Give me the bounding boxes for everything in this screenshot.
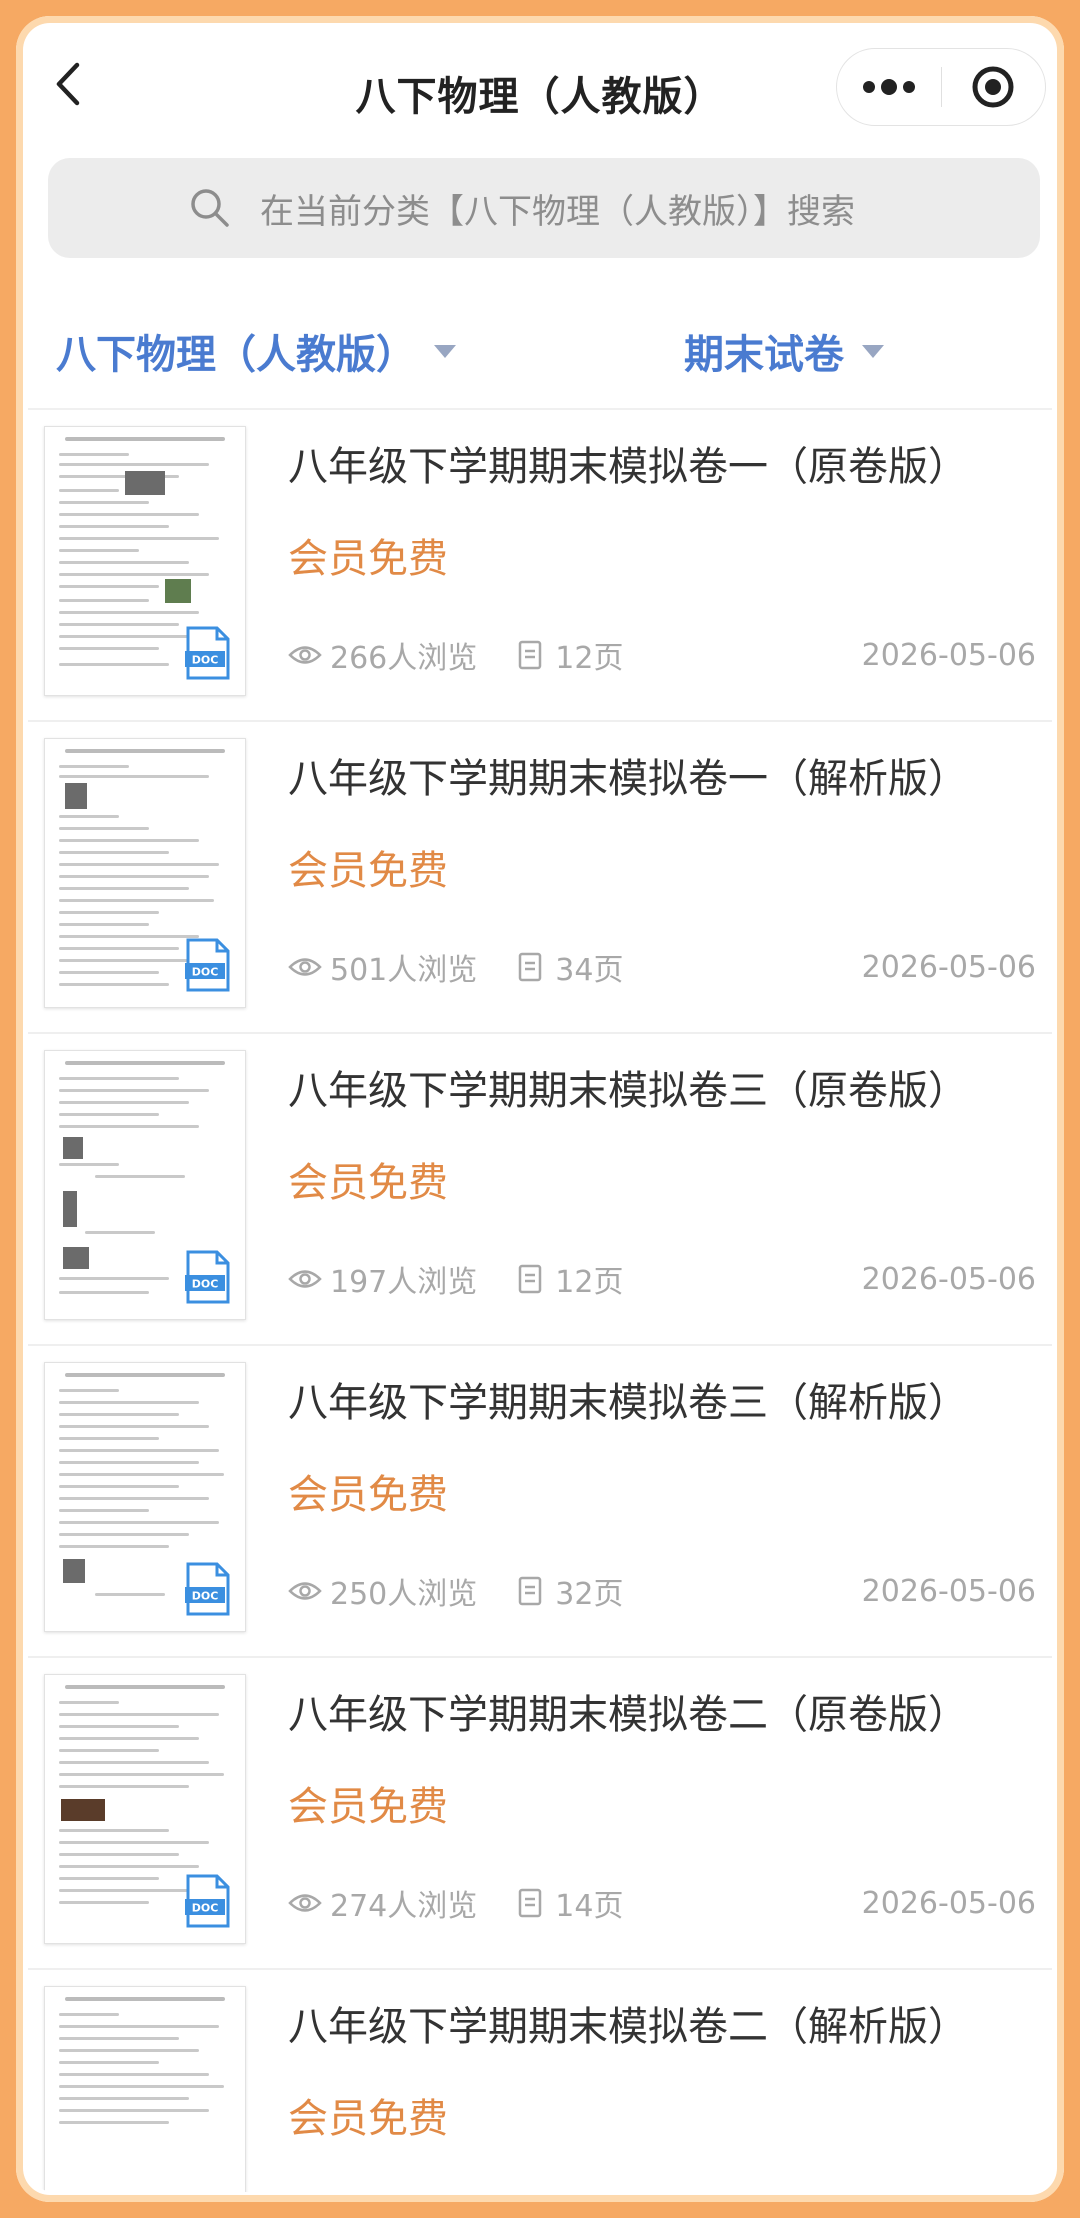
publish-date: 2026-05-06 [861,1261,1036,1297]
doc-file-icon: DOC [185,1874,230,1928]
doc-file-icon: DOC [185,938,230,992]
page-count: 32页 [555,1577,624,1612]
document-title: 八年级下学期期末模拟卷三（解析版） [288,1380,968,1426]
eye-icon [288,958,322,976]
member-free-badge: 会员免费 [288,536,448,582]
list-item[interactable]: DOC 八年级下学期期末模拟卷三（解析版） 会员免费 250人浏览 32页 20… [28,1346,1052,1658]
search-placeholder: 在当前分类【八下物理（人教版）】搜索 [260,191,855,232]
document-thumbnail: DOC [44,738,246,1008]
view-count: 266人浏览 [330,641,478,676]
caret-down-icon [434,344,456,358]
document-thumbnail: DOC [44,1674,246,1944]
member-free-badge: 会员免费 [288,1784,448,1830]
app-screen: 八下物理（人教版） 在当前分类【八下物理（人教版）】搜索 八下物理（人教版） 期… [28,26,1052,2192]
page-count: 34页 [555,953,624,988]
member-free-badge: 会员免费 [288,1472,448,1518]
close-mini-program-button[interactable] [942,49,1046,125]
list-item[interactable]: DOC 八年级下学期期末模拟卷三（原卷版） 会员免费 197人浏览 12页 20… [28,1034,1052,1346]
document-title: 八年级下学期期末模拟卷二（原卷版） [288,1692,968,1738]
list-item[interactable]: DOC 八年级下学期期末模拟卷一（原卷版） 会员免费 266人浏览 12页 20… [28,410,1052,722]
document-meta: 274人浏览 14页 2026-05-06 [288,1878,1036,1928]
svg-text:DOC: DOC [192,1590,219,1603]
document-title: 八年级下学期期末模拟卷一（原卷版） [288,444,968,490]
document-thumbnail [44,1986,246,2192]
view-count: 197人浏览 [330,1265,478,1300]
publish-date: 2026-05-06 [861,1573,1036,1609]
doc-file-icon: DOC [185,626,230,680]
page-count: 12页 [555,641,624,676]
search-icon [191,189,229,227]
list-item[interactable]: DOC 八年级下学期期末模拟卷二（原卷版） 会员免费 274人浏览 14页 20… [28,1658,1052,1970]
list-item[interactable]: DOC 八年级下学期期末模拟卷一（解析版） 会员免费 501人浏览 34页 20… [28,722,1052,1034]
document-meta: 250人浏览 32页 2026-05-06 [288,1566,1036,1616]
search-bar[interactable]: 在当前分类【八下物理（人教版）】搜索 [48,158,1040,258]
eye-icon [288,1270,322,1288]
eye-icon [288,646,322,664]
app-frame: 八下物理（人教版） 在当前分类【八下物理（人教版）】搜索 八下物理（人教版） 期… [16,16,1064,2202]
document-title: 八年级下学期期末模拟卷一（解析版） [288,756,968,802]
document-list: DOC 八年级下学期期末模拟卷一（原卷版） 会员免费 266人浏览 12页 20… [28,410,1052,2192]
svg-text:DOC: DOC [192,654,219,667]
document-title: 八年级下学期期末模拟卷二（解析版） [288,2004,968,2050]
type-filter[interactable]: 期末试卷 [684,322,884,380]
mini-program-capsule [836,48,1046,126]
target-close-icon [972,66,1014,108]
doc-file-icon: DOC [185,1250,230,1304]
document-thumbnail: DOC [44,426,246,696]
filter-bar: 八下物理（人教版） 期末试卷 [28,298,1052,394]
publish-date: 2026-05-06 [861,949,1036,985]
list-item[interactable]: 八年级下学期期末模拟卷二（解析版） 会员免费 [28,1970,1052,2192]
view-count: 250人浏览 [330,1577,478,1612]
document-meta: 501人浏览 34页 2026-05-06 [288,942,1036,992]
publish-date: 2026-05-06 [861,1885,1036,1921]
caret-down-icon [862,344,884,358]
page-icon [519,1888,542,1918]
page-icon [519,952,542,982]
more-button[interactable] [837,49,941,125]
document-title: 八年级下学期期末模拟卷三（原卷版） [288,1068,968,1114]
svg-text:DOC: DOC [192,1278,219,1291]
category-filter[interactable]: 八下物理（人教版） [56,322,456,380]
page-count: 14页 [555,1889,624,1924]
document-meta: 197人浏览 12页 2026-05-06 [288,1254,1036,1304]
document-meta: 266人浏览 12页 2026-05-06 [288,630,1036,680]
doc-file-icon: DOC [185,1562,230,1616]
nav-bar: 八下物理（人教版） [28,26,1052,146]
page-icon [519,1264,542,1294]
more-dots-icon [862,79,915,95]
svg-text:DOC: DOC [192,1902,219,1915]
view-count: 501人浏览 [330,953,478,988]
type-filter-label: 期末试卷 [684,332,844,378]
publish-date: 2026-05-06 [861,637,1036,673]
category-filter-label: 八下物理（人教版） [56,332,416,378]
eye-icon [288,1894,322,1912]
page-count: 12页 [555,1265,624,1300]
member-free-badge: 会员免费 [288,848,448,894]
eye-icon [288,1582,322,1600]
document-thumbnail: DOC [44,1050,246,1320]
member-free-badge: 会员免费 [288,1160,448,1206]
member-free-badge: 会员免费 [288,2096,448,2142]
document-thumbnail: DOC [44,1362,246,1632]
page-icon [519,640,542,670]
svg-text:DOC: DOC [192,966,219,979]
page-icon [519,1576,542,1606]
view-count: 274人浏览 [330,1889,478,1924]
